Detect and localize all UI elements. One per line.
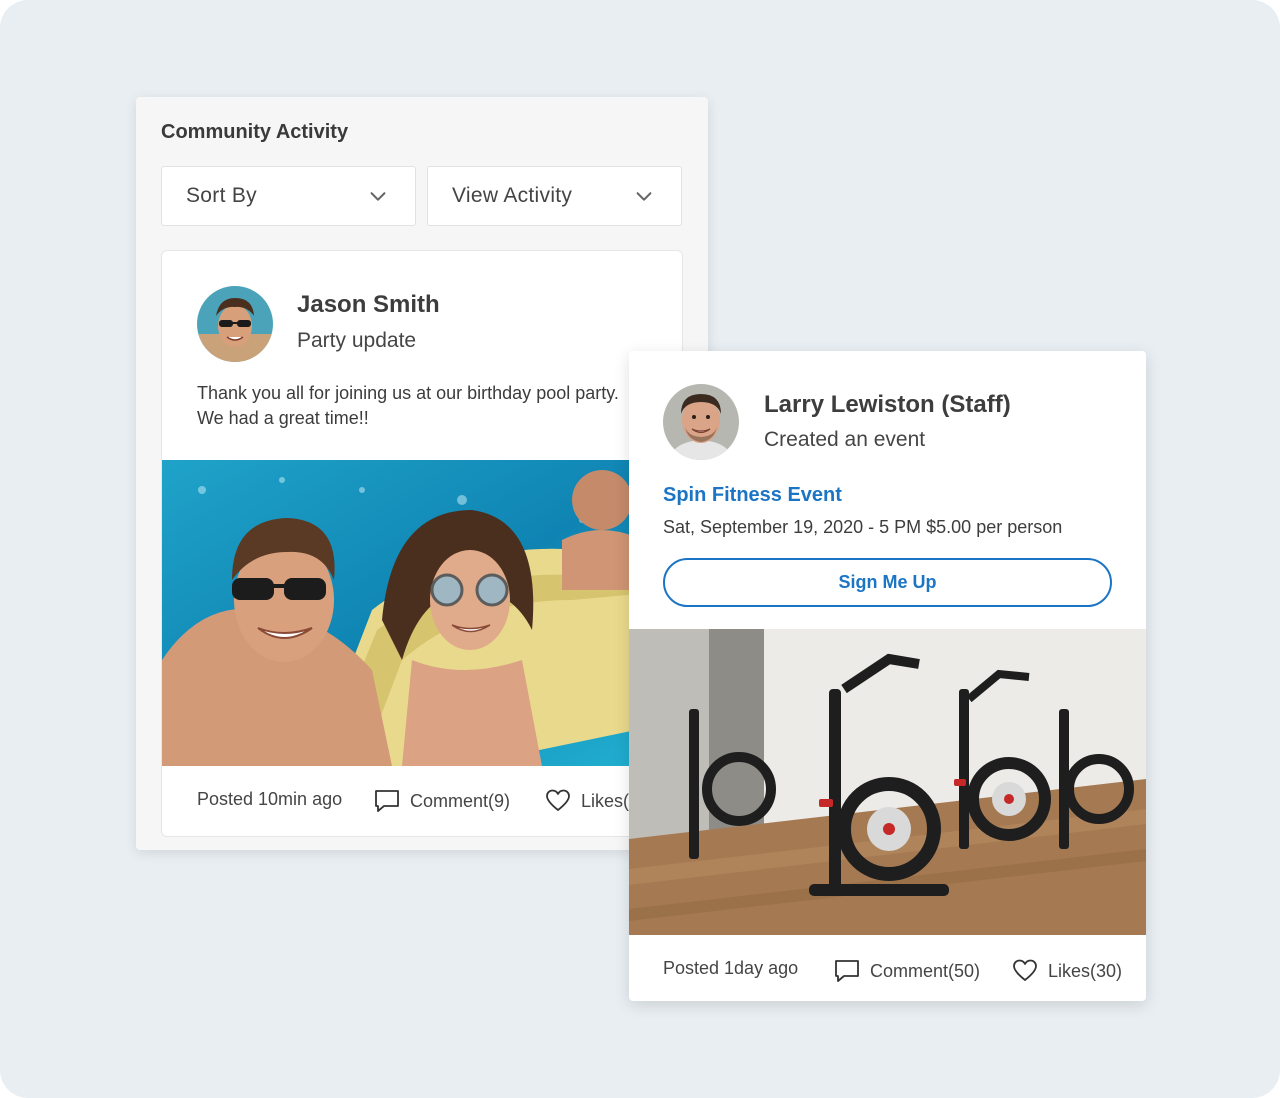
event-details: Sat, September 19, 2020 - 5 PM $5.00 per… — [663, 517, 1063, 537]
post-body-line: We had a great time!! — [197, 408, 369, 428]
heart-icon — [1013, 959, 1037, 981]
posted-time: Posted 10min ago — [197, 789, 343, 809]
heart-icon — [546, 789, 570, 811]
avatar[interactable] — [663, 384, 739, 460]
posted-time: Posted 1day ago — [663, 958, 799, 978]
event-title-link[interactable]: Spin Fitness Event — [663, 484, 842, 507]
post-subtitle: Created an event — [764, 428, 926, 451]
sort-by-label: Sort By — [186, 184, 257, 207]
avatar[interactable] — [197, 286, 273, 362]
pool-party-photo — [162, 460, 682, 766]
spin-bikes-photo — [629, 629, 1146, 935]
like-button[interactable]: Likes(30) — [1012, 958, 1122, 984]
post-body-line: Thank you all for joining us at our birt… — [197, 383, 619, 403]
post-body: Thank you all for joining us at our birt… — [197, 381, 677, 431]
author-name[interactable]: Jason Smith — [297, 291, 440, 319]
post-card-larry: Larry Lewiston (Staff) Created an event … — [629, 351, 1146, 1001]
author-name[interactable]: Larry Lewiston (Staff) — [764, 391, 1011, 419]
panel-title: Community Activity — [161, 121, 349, 143]
comment-count: Comment(9) — [410, 790, 511, 811]
comment-icon — [835, 960, 859, 982]
chevron-down-icon — [636, 192, 652, 201]
comment-count: Comment(50) — [870, 960, 981, 981]
community-activity-panel: Community Activity Sort By View Activity — [136, 97, 708, 850]
view-activity-dropdown[interactable]: View Activity — [427, 166, 682, 226]
sign-me-up-button[interactable]: Sign Me Up — [663, 558, 1112, 607]
sort-by-dropdown[interactable]: Sort By — [161, 166, 416, 226]
view-activity-label: View Activity — [452, 184, 573, 207]
post-card-jason: Jason Smith Party update Thank you all f… — [161, 250, 683, 837]
comment-icon — [375, 790, 399, 812]
chevron-down-icon — [370, 192, 386, 201]
like-count: Likes(30) — [1048, 960, 1123, 981]
post-subtitle: Party update — [297, 329, 417, 352]
comment-button[interactable]: Comment(9) — [374, 788, 510, 814]
comment-button[interactable]: Comment(50) — [834, 958, 980, 984]
